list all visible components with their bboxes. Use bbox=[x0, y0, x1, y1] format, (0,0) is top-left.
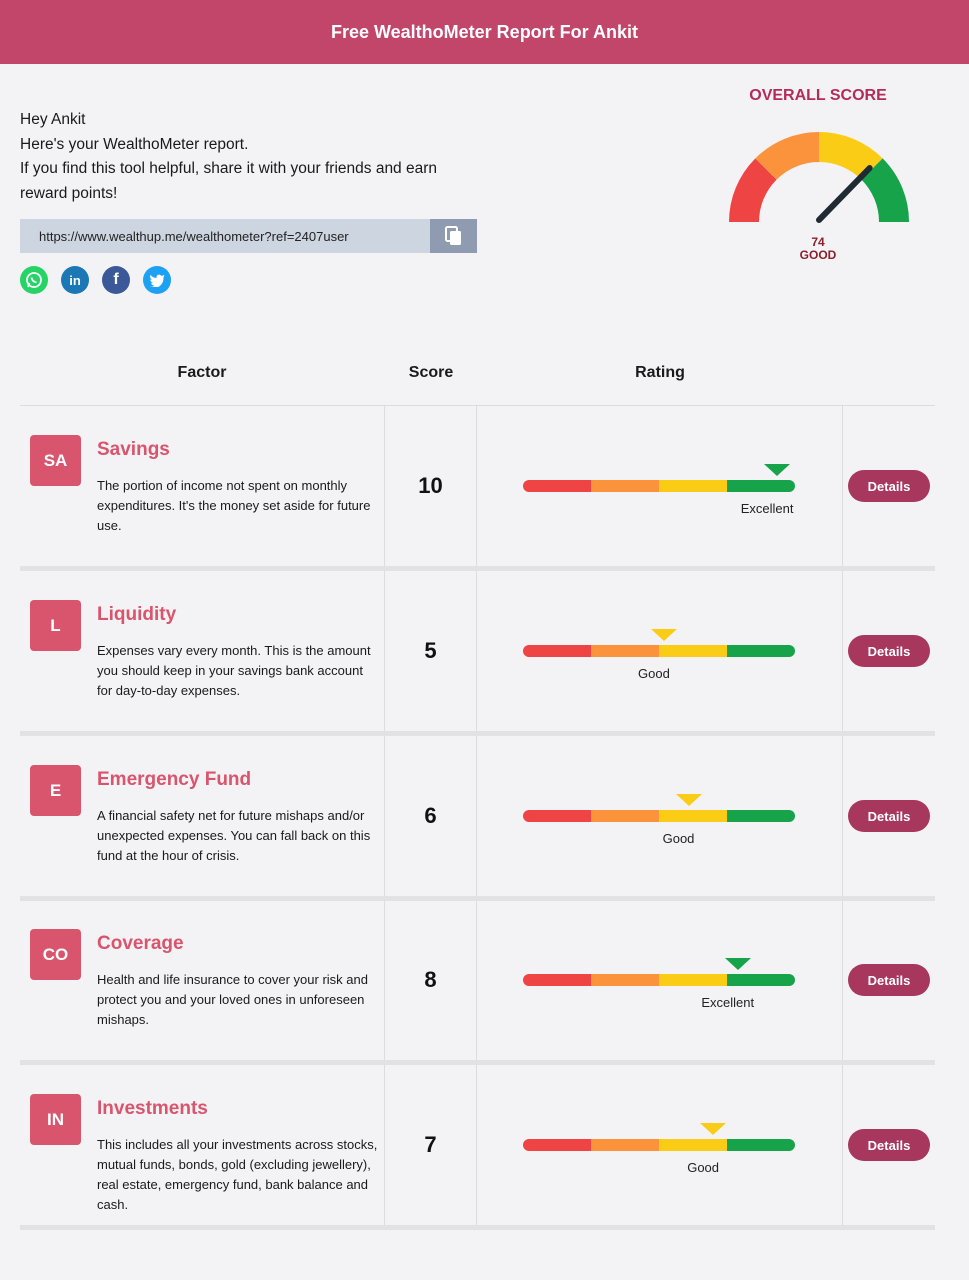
overall-score-label: GOOD bbox=[799, 248, 837, 262]
factor-title: Emergency Fund bbox=[97, 769, 252, 790]
rating-bar bbox=[523, 645, 795, 657]
column-divider bbox=[476, 406, 477, 566]
rating-marker bbox=[675, 794, 702, 806]
column-header-rating: Rating bbox=[635, 364, 685, 381]
page-title: Free WealthoMeter Report For Ankit bbox=[330, 21, 639, 42]
factor-row: L Liquidity Expenses vary every month. T… bbox=[20, 571, 935, 736]
whatsapp-icon[interactable] bbox=[20, 266, 48, 294]
column-divider bbox=[842, 736, 843, 896]
rating-bar-segment bbox=[727, 480, 795, 492]
rating-bar-segment bbox=[659, 645, 727, 657]
rating-bar bbox=[523, 1139, 795, 1151]
rating-bar bbox=[523, 974, 795, 986]
rating-marker bbox=[724, 958, 751, 970]
factor-row: E Emergency Fund A financial safety net … bbox=[20, 736, 935, 901]
row-separator bbox=[20, 1225, 935, 1230]
rating-bar-segment bbox=[523, 810, 591, 822]
rating-marker bbox=[764, 464, 791, 476]
factor-description: Expenses vary every month. This is the a… bbox=[97, 643, 371, 698]
rating-bar-segment bbox=[659, 974, 727, 986]
gauge-needle bbox=[816, 165, 873, 223]
column-divider bbox=[476, 900, 477, 1060]
linkedin-icon[interactable]: in bbox=[61, 266, 89, 294]
share-link-box: https://www.wealthup.me/wealthometer?ref… bbox=[20, 219, 477, 253]
rating-marker bbox=[700, 1123, 727, 1135]
factor-title: Investments bbox=[97, 1098, 208, 1119]
column-header-factor: Factor bbox=[177, 364, 227, 381]
rating-bar-segment bbox=[727, 974, 795, 986]
social-share-icons: in f bbox=[20, 266, 171, 294]
column-divider bbox=[842, 406, 843, 566]
overall-score-title: OVERALL SCORE bbox=[749, 87, 887, 104]
factor-row: IN Investments This includes all your in… bbox=[20, 1065, 935, 1230]
details-button[interactable]: Details bbox=[848, 635, 930, 667]
share-url-field[interactable]: https://www.wealthup.me/wealthometer?ref… bbox=[20, 219, 430, 253]
column-divider bbox=[842, 571, 843, 731]
factor-score: 8 bbox=[424, 967, 437, 992]
overall-score-gauge bbox=[729, 132, 909, 223]
intro-text: Hey Ankit Here's your WealthoMeter repor… bbox=[20, 108, 480, 206]
rating-bar-segment bbox=[523, 480, 591, 492]
rating-bar-segment bbox=[523, 974, 591, 986]
factor-score: 10 bbox=[418, 473, 443, 498]
rating-bar-segment bbox=[727, 645, 795, 657]
factor-badge: IN bbox=[30, 1094, 81, 1145]
report-line: Here's your WealthoMeter report. bbox=[20, 135, 249, 153]
factor-badge: E bbox=[30, 765, 81, 816]
rating-marker bbox=[650, 629, 677, 641]
factor-title: Savings bbox=[97, 439, 170, 460]
rating-bar-segment bbox=[591, 480, 659, 492]
factor-row: SA Savings The portion of income not spe… bbox=[20, 406, 935, 571]
details-button[interactable]: Details bbox=[848, 1129, 930, 1161]
details-button[interactable]: Details bbox=[848, 470, 930, 502]
facebook-icon[interactable]: f bbox=[102, 266, 130, 294]
rating-bar-segment bbox=[523, 645, 591, 657]
column-divider bbox=[476, 571, 477, 731]
rating-bar-segment bbox=[591, 810, 659, 822]
column-divider bbox=[476, 736, 477, 896]
column-divider bbox=[842, 1065, 843, 1225]
factor-score: 5 bbox=[424, 638, 437, 663]
rating-bar-segment bbox=[659, 1139, 727, 1151]
rating-label: Good bbox=[687, 1160, 720, 1175]
column-header-score: Score bbox=[408, 364, 454, 381]
rating-bar-segment bbox=[659, 810, 727, 822]
factor-badge: CO bbox=[30, 929, 81, 980]
copy-icon bbox=[444, 226, 461, 245]
rating-bar-segment bbox=[591, 1139, 659, 1151]
rating-bar bbox=[523, 810, 795, 822]
rating-bar-segment bbox=[727, 1139, 795, 1151]
factor-badge: SA bbox=[30, 435, 81, 486]
rating-bar-segment bbox=[659, 480, 727, 492]
factor-title: Liquidity bbox=[97, 604, 177, 625]
factor-description: A financial safety net for future mishap… bbox=[97, 808, 371, 863]
column-divider bbox=[476, 1065, 477, 1225]
factor-badge: L bbox=[30, 600, 81, 651]
rating-bar-segment bbox=[727, 810, 795, 822]
page-header: Free WealthoMeter Report For Ankit bbox=[0, 0, 969, 64]
overall-score-readout: 74 GOOD bbox=[768, 236, 868, 262]
details-button[interactable]: Details bbox=[848, 964, 930, 996]
share-prompt: If you find this tool helpful, share it … bbox=[20, 160, 438, 202]
copy-button[interactable] bbox=[430, 219, 477, 253]
twitter-icon[interactable] bbox=[143, 266, 171, 294]
factor-score: 7 bbox=[424, 1132, 437, 1157]
greeting: Hey Ankit bbox=[20, 111, 86, 128]
rating-bar-segment bbox=[523, 1139, 591, 1151]
rating-label: Good bbox=[662, 831, 695, 846]
factor-description: Health and life insurance to cover your … bbox=[97, 972, 368, 1027]
factor-description: The portion of income not spent on month… bbox=[97, 478, 371, 533]
details-button[interactable]: Details bbox=[848, 800, 930, 832]
rating-bar-segment bbox=[591, 974, 659, 986]
factor-score: 6 bbox=[424, 803, 437, 828]
rating-label: Good bbox=[638, 666, 670, 681]
factor-row: CO Coverage Health and life insurance to… bbox=[20, 900, 935, 1065]
rating-label: Excellent bbox=[740, 501, 794, 516]
rating-bar-segment bbox=[591, 645, 659, 657]
rating-bar bbox=[523, 480, 795, 492]
rating-label: Excellent bbox=[701, 995, 755, 1010]
factor-title: Coverage bbox=[97, 933, 184, 954]
factor-description: This includes all your investments acros… bbox=[97, 1137, 378, 1212]
column-divider bbox=[842, 900, 843, 1060]
